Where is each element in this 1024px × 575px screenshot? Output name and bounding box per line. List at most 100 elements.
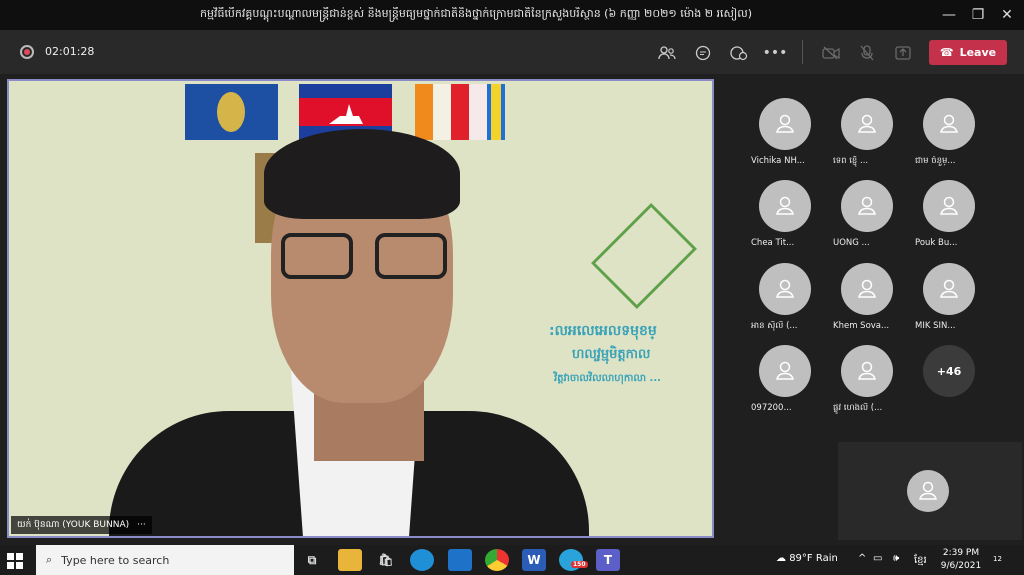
avatar — [841, 180, 893, 232]
person-icon — [858, 279, 876, 298]
taskbar-search[interactable]: ⌕ Type here to search — [36, 545, 294, 575]
file-explorer-icon[interactable] — [338, 549, 362, 571]
person-icon — [776, 361, 794, 380]
participant-tile[interactable]: ផ្លូវ ហេងលី (... — [824, 343, 906, 425]
buddhist-flag — [415, 84, 505, 140]
participant-name: Vichika NH... — [751, 156, 805, 166]
word-icon[interactable]: W — [522, 549, 546, 571]
edge-icon[interactable] — [410, 549, 434, 571]
camera-off-icon — [822, 46, 840, 60]
participant-name: ជាម ចំនួម្... — [915, 156, 956, 166]
participant-tile[interactable]: UONG ... — [824, 178, 906, 260]
participant-tile[interactable]: ជាម ចំនួម្... — [906, 96, 988, 178]
self-view[interactable] — [838, 442, 1022, 540]
chat-icon — [695, 45, 711, 61]
banner-text-3: វិត្តវាចាលវិលលាហុកាលា ... — [554, 373, 661, 384]
meeting-timer: 02:01:28 — [45, 45, 95, 58]
cloud-rain-icon: ☁ — [776, 553, 790, 564]
participant-name: 097200... — [751, 403, 792, 413]
teams-icon[interactable]: T — [596, 549, 620, 571]
presenter-name: យក់ ប៊ុនណា (YOUK BUNNA) — [17, 519, 130, 530]
participant-tile[interactable]: 097200... — [742, 343, 824, 425]
toolbar-divider — [802, 40, 803, 64]
participant-name: Khem Sova... — [833, 321, 890, 331]
participant-tile[interactable]: Khem Sova... — [824, 261, 906, 343]
banner-text-1: :លអលេអេលទមុខម្ — [549, 323, 657, 339]
presenter-glasses — [281, 233, 447, 279]
participant-tile[interactable]: Pouk Bu... — [906, 178, 988, 260]
avatar — [923, 98, 975, 150]
person-icon — [858, 196, 876, 215]
notification-count: 12 — [993, 555, 1002, 563]
participant-tile[interactable]: ទេព ខ្ញ៉ើ ... — [824, 96, 906, 178]
person-icon — [776, 279, 794, 298]
clock-time: 2:39 PM — [942, 548, 980, 558]
telegram-badge: 150 — [571, 561, 588, 568]
start-button[interactable] — [7, 553, 23, 569]
weather-widget[interactable]: ☁ 89°F Rain — [776, 553, 838, 564]
reaction-icon — [730, 46, 748, 61]
ministry-emblem-icon — [591, 203, 697, 309]
close-window-button[interactable]: ✕ — [990, 0, 1024, 30]
participant-name: ផ្លូវ ហេងលី (... — [833, 403, 883, 413]
more-participants-button[interactable]: +46 — [923, 345, 975, 397]
reactions-button[interactable] — [728, 42, 750, 64]
window-titlebar: កម្មវិធីបើកវគ្គបណ្តុះបណ្តាលមន្ត្រីជាន់ខ្… — [0, 0, 1024, 30]
person-icon — [940, 279, 958, 298]
presenter-name-tag: យក់ ប៊ុនណា (YOUK BUNNA) ··· — [11, 516, 152, 534]
chat-button[interactable] — [692, 42, 714, 64]
participants-button[interactable] — [656, 42, 678, 64]
presenter-hair — [264, 129, 460, 219]
person-icon — [940, 114, 958, 133]
avatar — [841, 345, 893, 397]
person-icon — [776, 114, 794, 133]
phone-hangup-icon: ☎ — [939, 46, 954, 59]
presenter-video[interactable]: :លអលេអេលទមុខម្ ហលវ្ចម្មុមិត្តកាល វិត្តវា… — [7, 79, 714, 538]
person-icon — [858, 361, 876, 380]
ministry-flag — [185, 84, 278, 140]
task-view-icon[interactable]: ⧉ — [300, 549, 324, 571]
chrome-icon[interactable] — [485, 549, 509, 571]
input-language[interactable]: ខ្មែរ — [914, 553, 927, 568]
notification-icon[interactable]: 12 — [993, 553, 1002, 564]
mic-button[interactable] — [856, 42, 878, 64]
share-button[interactable] — [892, 42, 914, 64]
leave-button[interactable]: ☎ Leave — [929, 40, 1007, 65]
telegram-icon[interactable]: 150 — [559, 549, 588, 571]
network-icon[interactable]: ▭ — [873, 553, 882, 564]
avatar — [759, 345, 811, 397]
participant-tile[interactable]: Vichika NH... — [742, 96, 824, 178]
participant-name: អាន ស៊ីលី (... — [751, 321, 798, 331]
participant-tile[interactable]: Chea Tit... — [742, 178, 824, 260]
volume-icon[interactable]: 🕪 — [893, 553, 899, 564]
mic-off-icon — [860, 45, 874, 61]
search-placeholder: Type here to search — [61, 553, 170, 567]
window-title: កម្មវិធីបើកវគ្គបណ្តុះបណ្តាលមន្ត្រីជាន់ខ្… — [200, 7, 753, 20]
avatar — [923, 180, 975, 232]
participant-name: MIK SIN... — [915, 321, 956, 331]
avatar — [759, 180, 811, 232]
tray-chevron-icon[interactable]: ^ — [858, 553, 866, 564]
system-clock[interactable]: 2:39 PM 9/6/2021 — [940, 547, 982, 573]
mail-icon[interactable] — [448, 549, 472, 571]
presenter-options-button[interactable]: ··· — [137, 520, 146, 530]
person-icon — [919, 481, 937, 500]
avatar — [923, 263, 975, 315]
participant-tile[interactable]: អាន ស៊ីលី (... — [742, 261, 824, 343]
clock-date: 9/6/2021 — [940, 561, 982, 571]
avatar — [759, 263, 811, 315]
more-actions-button[interactable]: ••• — [763, 42, 788, 64]
participant-name: Pouk Bu... — [915, 238, 958, 248]
participant-tile[interactable]: MIK SIN... — [906, 261, 988, 343]
self-avatar — [907, 470, 949, 512]
people-icon — [658, 46, 676, 60]
windows-taskbar: ⌕ Type here to search ⧉ 🛍 W 150 T ☁ 89°F… — [0, 545, 1024, 575]
banner-text-2: ហលវ្ចម្មុមិត្តកាល — [572, 347, 651, 362]
meeting-toolbar: 02:01:28 ••• ☎ Leave — [0, 30, 1024, 74]
recording-icon — [20, 45, 34, 59]
avatar — [759, 98, 811, 150]
participant-name: UONG ... — [833, 238, 870, 248]
participant-name: Chea Tit... — [751, 238, 795, 248]
store-icon[interactable]: 🛍 — [374, 549, 398, 571]
camera-button[interactable] — [820, 42, 842, 64]
